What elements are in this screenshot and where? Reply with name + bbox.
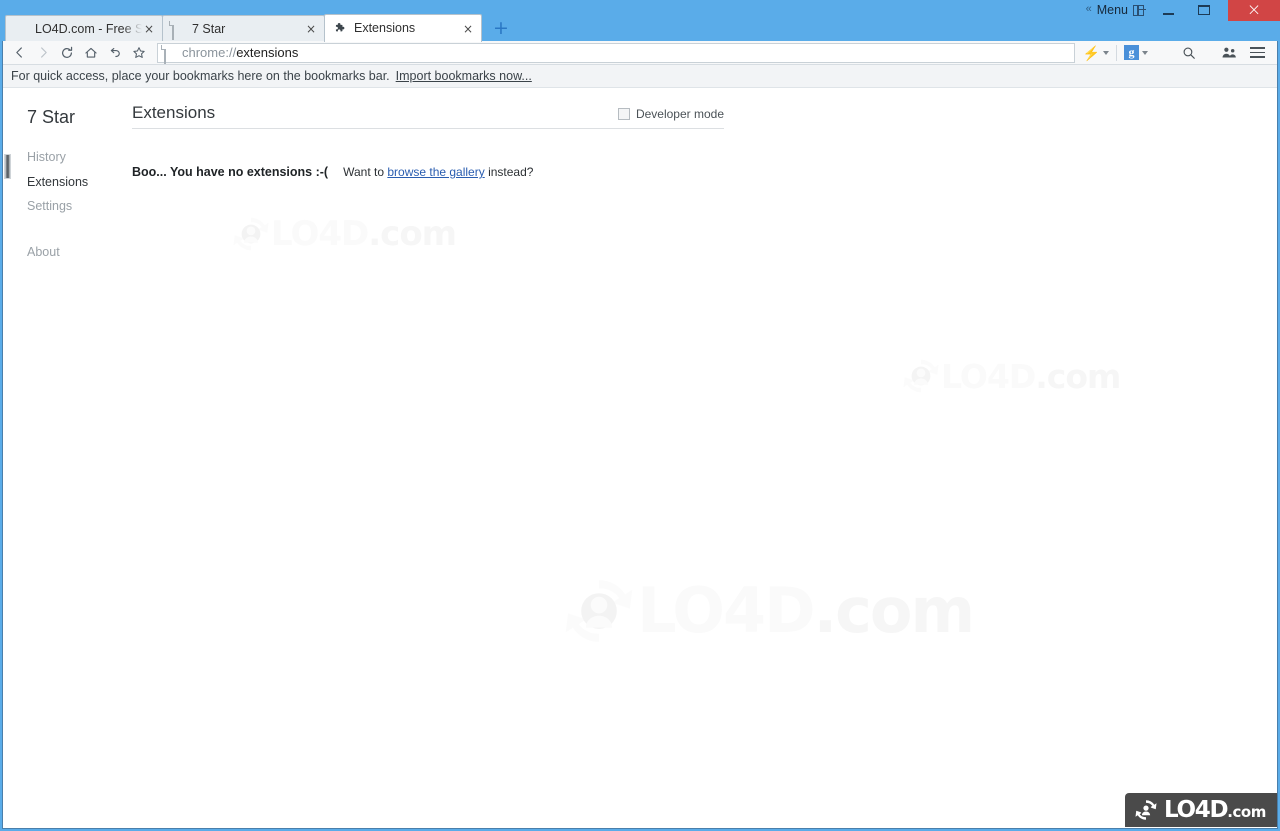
tab-title: 7 Star: [192, 22, 226, 36]
undo-button[interactable]: [103, 42, 127, 64]
star-icon: [133, 46, 145, 58]
watermark-text: LO4D.com: [941, 356, 1121, 396]
content-header: Extensions Developer mode: [132, 104, 724, 129]
magnifier-icon: [1183, 47, 1195, 59]
extensions-content: Extensions Developer mode Boo... You hav…: [129, 104, 1277, 270]
new-tab-button[interactable]: +: [488, 16, 514, 41]
lo4d-badge: LO4D.com: [1125, 793, 1277, 827]
plus-icon: +: [493, 17, 509, 39]
developer-mode-toggle[interactable]: Developer mode: [617, 107, 724, 121]
sidebar-item-settings[interactable]: Settings: [27, 200, 129, 213]
tab-close-button[interactable]: ×: [142, 22, 156, 36]
bookmark-star-button[interactable]: [127, 42, 151, 64]
developer-mode-checkbox[interactable]: [617, 108, 630, 120]
tab-title: Extensions: [354, 22, 416, 35]
lo4d-logo-icon: [1135, 800, 1157, 820]
search-engine-selector[interactable]: g: [1120, 42, 1152, 64]
search-button[interactable]: [1152, 42, 1214, 64]
url-path: extensions: [236, 45, 299, 60]
people-button[interactable]: [1214, 42, 1244, 64]
tab-lo4d[interactable]: LO4D.com - Free Soft ×: [5, 15, 163, 42]
lo4d-badge-text: LO4D.com: [1164, 796, 1266, 823]
sidebar: 7 Star History Extensions Settings About: [3, 104, 129, 270]
lightning-bolt-icon: ⚡: [1082, 44, 1100, 61]
import-bookmarks-link[interactable]: Import bookmarks now...: [396, 70, 532, 83]
lo4d-favicon: [14, 22, 29, 37]
watermark-text: LO4D.com: [637, 574, 975, 647]
google-badge-icon: g: [1124, 45, 1139, 60]
url-scheme: chrome://: [182, 45, 237, 60]
browser-toolbar: chrome://extensions ⚡ g: [3, 41, 1277, 65]
tab-close-button[interactable]: ×: [304, 22, 318, 36]
page-favicon: [171, 20, 186, 40]
sidebar-item-history[interactable]: History: [27, 151, 129, 164]
extensions-page: LO4D.com LO4D.com LO4D.com 7 Star Histor…: [3, 88, 1277, 827]
chevron-down-icon: [1142, 50, 1148, 55]
back-button[interactable]: [7, 42, 31, 64]
empty-state: Boo... You have no extensions :-( Want t…: [132, 166, 1257, 179]
puzzle-piece-icon: [333, 21, 348, 36]
empty-state-prompt: Want to browse the gallery instead?: [343, 165, 534, 179]
address-bar[interactable]: chrome://extensions: [157, 42, 1075, 64]
tab-title: LO4D.com - Free Soft: [35, 22, 142, 36]
forward-button[interactable]: [31, 42, 55, 64]
scrollbar-thumb[interactable]: [4, 154, 11, 179]
lightning-bolt-button[interactable]: ⚡: [1079, 42, 1113, 64]
lo4d-watermark-large: LO4D.com: [561, 573, 975, 649]
home-button[interactable]: [79, 42, 103, 64]
lo4d-watermark-mid: LO4D.com: [901, 356, 1121, 396]
bookmarks-hint-text: For quick access, place your bookmarks h…: [11, 68, 390, 83]
browser-menu-button[interactable]: [1244, 42, 1273, 64]
chevron-right-icon: [40, 47, 47, 58]
reload-button[interactable]: [55, 42, 79, 64]
tab-close-button[interactable]: ×: [461, 22, 475, 36]
bookmarks-bar: For quick access, place your bookmarks h…: [3, 65, 1277, 88]
users-icon: [1222, 47, 1236, 58]
tab-7star[interactable]: 7 Star ×: [162, 15, 325, 42]
toolbar-divider: [1116, 44, 1117, 61]
hamburger-menu-icon: [1250, 46, 1265, 59]
empty-state-message: Boo... You have no extensions :-(: [132, 165, 329, 179]
window-body: chrome://extensions ⚡ g For quick access…: [2, 41, 1278, 829]
page-icon: [164, 44, 176, 64]
sidebar-item-about[interactable]: About: [27, 245, 129, 259]
reload-icon: [62, 46, 73, 58]
browser-window: « Menu × LO4D.com - Free Soft × 7 Star: [0, 0, 1280, 831]
address-bar-url: chrome://extensions: [182, 46, 298, 59]
chevron-left-icon: [15, 47, 22, 58]
browse-gallery-link[interactable]: browse the gallery: [387, 165, 484, 179]
tab-strip: LO4D.com - Free Soft × 7 Star × Extensio…: [0, 14, 1280, 42]
sidebar-title: 7 Star: [27, 107, 76, 127]
sidebar-item-extensions[interactable]: Extensions: [27, 175, 129, 189]
toolbar-actions: ⚡ g: [1079, 42, 1273, 64]
home-icon: [85, 47, 97, 58]
undo-arrow-icon: [110, 47, 120, 57]
developer-mode-label: Developer mode: [635, 107, 724, 121]
page-layout: 7 Star History Extensions Settings About…: [3, 88, 1277, 270]
chevron-down-icon: [1103, 50, 1109, 55]
page-title: Extensions: [132, 103, 216, 122]
tab-extensions[interactable]: Extensions ×: [324, 14, 482, 42]
